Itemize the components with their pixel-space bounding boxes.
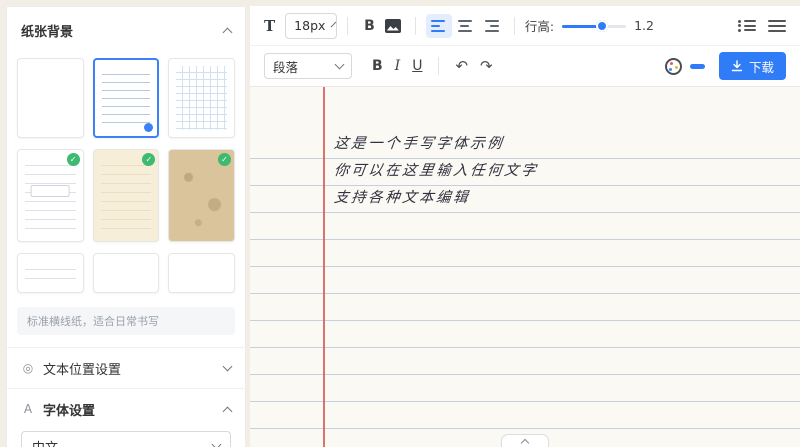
language-select-value: 中文 xyxy=(32,437,58,447)
lined-paper-preview xyxy=(102,67,151,129)
font-icon: A xyxy=(21,402,35,416)
sidebar: 纸张背景 ✓ ✓ ✓ xyxy=(6,6,246,447)
chevron-up-icon xyxy=(521,439,529,447)
chevron-down-icon xyxy=(335,60,345,70)
paragraph-select-value: 段落 xyxy=(273,57,298,76)
paragraph-select[interactable]: 段落 xyxy=(264,53,352,79)
paper-thumb-lined-label[interactable]: ✓ xyxy=(17,149,84,242)
divider xyxy=(347,17,348,35)
paper-thumb-partial-3[interactable] xyxy=(168,253,235,293)
section-text-position-label: 文本位置设置 xyxy=(43,359,121,378)
font-size-value: 18px xyxy=(294,18,325,33)
section-font-settings-label: 字体设置 xyxy=(43,400,95,419)
bold-button[interactable]: B xyxy=(358,14,381,38)
paper-thumb-grid[interactable] xyxy=(168,58,235,138)
underline-button[interactable]: U xyxy=(406,54,428,78)
chevron-down-icon xyxy=(212,440,222,447)
chevron-down-icon xyxy=(331,21,337,27)
undo-button[interactable]: ↶ xyxy=(449,55,474,77)
language-select[interactable]: 中文 xyxy=(21,431,231,447)
line-height-label: 行高: xyxy=(525,16,554,35)
chevron-down-icon xyxy=(223,362,233,372)
line-height-value: 1.2 xyxy=(634,18,654,33)
lined-paper-preview xyxy=(25,261,76,285)
color-palette-icon[interactable] xyxy=(665,58,682,75)
divider xyxy=(514,17,515,35)
image-icon[interactable] xyxy=(385,19,401,33)
paper-thumb-partial-1[interactable] xyxy=(17,253,84,293)
paper-thumb-lined-selected[interactable] xyxy=(93,58,160,138)
ruled-lines xyxy=(250,158,800,447)
premium-badge-icon: ✓ xyxy=(218,153,231,166)
premium-badge-icon: ✓ xyxy=(67,153,80,166)
font-size-select[interactable]: 18px xyxy=(285,13,337,39)
handwritten-text-line[interactable]: 你可以在这里输入任何文字 xyxy=(332,158,539,185)
download-icon xyxy=(731,60,743,72)
app-root: 纸张背景 ✓ ✓ ✓ xyxy=(0,0,800,447)
text-tool-icon[interactable]: T xyxy=(264,17,275,35)
grid-paper-preview xyxy=(176,66,227,130)
paper-thumb-blank[interactable] xyxy=(17,58,84,138)
download-button[interactable]: 下载 xyxy=(719,52,786,80)
line-height-slider[interactable] xyxy=(562,20,626,32)
handwritten-text-line[interactable]: 这是一个手写字体示例 xyxy=(332,131,505,158)
italic-button[interactable]: I xyxy=(389,54,407,78)
toolbar-row-2: 段落 B I U ↶ ↷ 下载 xyxy=(250,46,800,87)
paper-section-title: 纸张背景 xyxy=(21,21,73,40)
current-color-swatch[interactable] xyxy=(690,64,705,69)
position-icon: ◎ xyxy=(21,361,35,375)
chevron-up-icon xyxy=(223,28,233,38)
paper-thumb-cream[interactable]: ✓ xyxy=(93,149,160,242)
paper-label-box xyxy=(31,185,70,197)
align-center-button[interactable] xyxy=(452,14,478,38)
download-label: 下载 xyxy=(749,57,774,76)
paper-thumb-partial-2[interactable] xyxy=(93,253,160,293)
paper-thumbnail-grid: ✓ ✓ ✓ xyxy=(17,58,235,293)
chevron-up-icon xyxy=(223,406,233,416)
bullet-list-icon[interactable] xyxy=(738,18,756,34)
paper-thumb-kraft[interactable]: ✓ xyxy=(168,149,235,242)
editor-canvas[interactable]: 这是一个手写字体示例 你可以在这里输入任何文字 支持各种文本编辑 xyxy=(250,87,800,447)
margin-line xyxy=(323,87,325,447)
divider xyxy=(438,57,439,75)
paper-description: 标准横线纸，适合日常书写 xyxy=(17,307,235,335)
ordered-list-icon[interactable] xyxy=(768,18,786,34)
divider xyxy=(415,17,416,35)
expand-panel-tab[interactable] xyxy=(501,434,549,447)
redo-button[interactable]: ↷ xyxy=(474,55,499,77)
align-right-button[interactable] xyxy=(478,14,504,38)
align-left-button[interactable] xyxy=(426,14,452,38)
premium-badge-icon: ✓ xyxy=(142,153,155,166)
cream-paper-preview xyxy=(101,157,152,234)
selected-dot-icon xyxy=(144,123,153,132)
toolbar-row-1: T 18px B 行高: 1.2 xyxy=(250,6,800,46)
handwritten-text-line[interactable]: 支持各种文本编辑 xyxy=(332,185,471,212)
bold-button[interactable]: B xyxy=(366,54,389,78)
slider-knob[interactable] xyxy=(596,20,608,32)
section-font-settings[interactable]: A 字体设置 xyxy=(7,388,245,429)
main-area: T 18px B 行高: 1.2 xyxy=(250,6,800,447)
section-text-position[interactable]: ◎ 文本位置设置 xyxy=(7,347,245,388)
paper-section-header[interactable]: 纸张背景 xyxy=(7,7,245,46)
